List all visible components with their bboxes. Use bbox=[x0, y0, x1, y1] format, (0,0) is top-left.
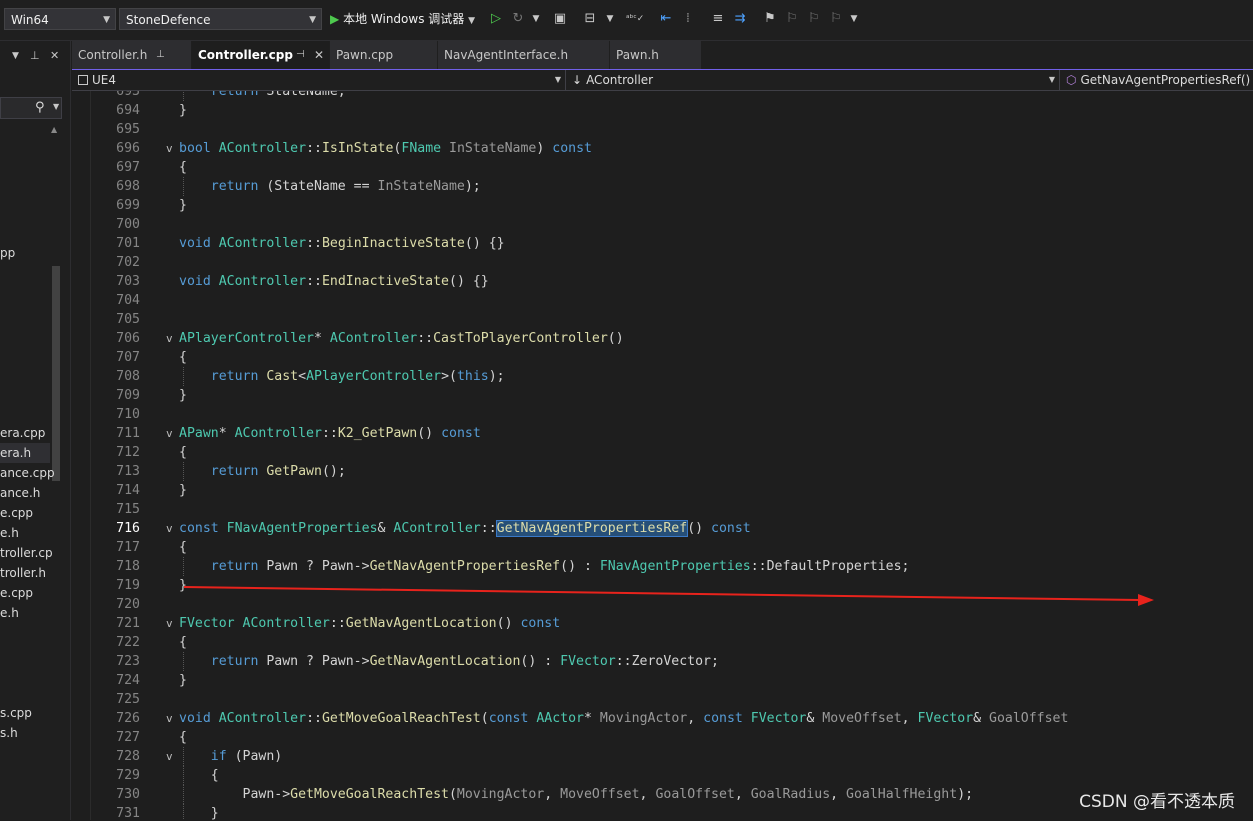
startup-project-value: StoneDefence bbox=[126, 13, 211, 27]
indent-icon[interactable]: ≡ bbox=[710, 10, 726, 28]
pin-icon[interactable]: ⊥ bbox=[30, 49, 40, 62]
chevron-down-icon[interactable]: ▼ bbox=[846, 10, 862, 28]
tab-navagentinterface-h[interactable]: NavAgentInterface.h bbox=[438, 41, 610, 69]
panel-header: ▼ ⊥ ✕ bbox=[0, 49, 70, 65]
solution-item[interactable]: troller.cp bbox=[0, 543, 53, 563]
bookmark-icon[interactable]: ⚑ bbox=[762, 10, 778, 28]
annotation-arrow-head bbox=[1138, 594, 1154, 606]
bookmark-clear-icon[interactable]: ⚐ bbox=[828, 10, 844, 28]
tab-label: Controller.h bbox=[78, 48, 148, 62]
annotation-arrow-line bbox=[183, 586, 1141, 601]
tab-label: Controller.cpp bbox=[198, 48, 293, 62]
pin-icon[interactable]: ⊣ bbox=[296, 41, 305, 69]
project-icon bbox=[78, 75, 88, 85]
debugger-label: 本地 Windows 调试器 bbox=[343, 12, 465, 26]
solution-item[interactable]: e.cpp bbox=[0, 503, 33, 523]
close-icon[interactable]: ✕ bbox=[50, 49, 59, 62]
solution-explorer-panel: ▼ ⊥ ✕ ⚲ ▼ ▲ pp era.cpp era.h ance.cpp ance.h… bbox=[0, 41, 71, 821]
play-outline-icon[interactable]: ▷ bbox=[488, 10, 504, 28]
solution-explorer-icon[interactable]: ▣ bbox=[552, 10, 568, 28]
main-toolbar: Win64 ▼ StoneDefence ▼ ▶ 本地 Windows 调试器 … bbox=[0, 0, 1253, 41]
watermark: CSDN @看不透本质 bbox=[1079, 792, 1235, 812]
chevron-down-icon[interactable]: ▼ bbox=[12, 51, 19, 61]
panel-scrollbar-thumb[interactable] bbox=[52, 266, 60, 481]
tab-label: Pawn.h bbox=[616, 48, 659, 62]
method-icon: ⬡ bbox=[1066, 73, 1077, 87]
tab-pawn-h[interactable]: Pawn.h bbox=[610, 41, 702, 69]
comment-icon[interactable]: ⇉ bbox=[732, 10, 748, 28]
member-dropdown[interactable]: ⬡ GetNavAgentPropertiesRef() bbox=[1060, 70, 1253, 90]
chevron-down-icon: ▼ bbox=[1048, 75, 1055, 84]
solution-item[interactable]: ance.cpp bbox=[0, 463, 55, 483]
scope-value: AController bbox=[586, 73, 654, 87]
play-icon: ▶ bbox=[330, 12, 340, 26]
solution-item[interactable]: s.h bbox=[0, 723, 18, 743]
refresh-icon[interactable]: ↻ bbox=[510, 10, 526, 28]
solution-item[interactable]: s.cpp bbox=[0, 703, 32, 723]
chevron-down-icon: ▼ bbox=[468, 16, 476, 26]
scope-icon: ↓ bbox=[572, 73, 583, 87]
solution-item[interactable]: troller.h bbox=[0, 563, 46, 583]
tab-pawn-cpp[interactable]: Pawn.cpp bbox=[330, 41, 438, 69]
tab-label: Pawn.cpp bbox=[336, 48, 394, 62]
solution-item[interactable]: ance.h bbox=[0, 483, 40, 503]
bookmark-prev-icon[interactable]: ⚐ bbox=[784, 10, 800, 28]
chevron-down-icon[interactable]: ▼ bbox=[528, 10, 544, 28]
code-navigation-bar: UE4 ▼ ↓ AController ▼ ⬡ GetNavAgentPropert… bbox=[72, 70, 1253, 91]
solution-item[interactable]: era.cpp bbox=[0, 423, 45, 443]
annotation-arrow bbox=[183, 586, 1154, 606]
chevron-down-icon: ▼ bbox=[103, 15, 110, 25]
nav-icon[interactable]: ⁞ bbox=[680, 10, 696, 28]
solution-item[interactable]: pp bbox=[0, 243, 15, 263]
tab-label: NavAgentInterface.h bbox=[444, 48, 569, 62]
scope-dropdown[interactable]: ↓ AController ▼ bbox=[566, 70, 1060, 90]
scroll-up-icon[interactable]: ▲ bbox=[51, 125, 57, 134]
solution-item[interactable]: era.h bbox=[0, 443, 50, 463]
solution-item[interactable]: e.h bbox=[0, 523, 19, 543]
bookmark-next-icon[interactable]: ⚐ bbox=[806, 10, 822, 28]
chevron-down-icon[interactable]: ▼ bbox=[602, 10, 618, 28]
document-tab-bar: Controller.h ⊥ Controller.cpp ⊣ ✕ Pawn.c… bbox=[72, 41, 1253, 71]
member-value: GetNavAgentPropertiesRef() bbox=[1080, 73, 1251, 87]
project-value: UE4 bbox=[92, 73, 116, 87]
search-icon: ⚲ bbox=[35, 100, 45, 115]
start-debugging-button[interactable]: ▶ 本地 Windows 调试器 ▼ bbox=[330, 9, 475, 31]
platform-select[interactable]: Win64 ▼ bbox=[4, 8, 116, 30]
code-editor[interactable]: 693 return StateName; 694} 695 696 v bool ACo… bbox=[72, 91, 1253, 820]
spellcheck-icon[interactable]: ᵃᵇᶜ✓ bbox=[626, 10, 644, 28]
solution-item[interactable]: e.h bbox=[0, 603, 19, 623]
close-icon[interactable]: ✕ bbox=[314, 41, 324, 69]
chevron-down-icon: ▼ bbox=[309, 15, 316, 25]
tab-controller-cpp[interactable]: Controller.cpp ⊣ ✕ bbox=[192, 41, 330, 69]
step-icon[interactable]: ⇤ bbox=[658, 10, 674, 28]
project-dropdown[interactable]: UE4 ▼ bbox=[72, 70, 566, 90]
toolbar-icon[interactable]: ⊟ bbox=[582, 10, 598, 28]
tab-controller-h[interactable]: Controller.h ⊥ bbox=[72, 41, 192, 69]
platform-value: Win64 bbox=[11, 13, 49, 27]
solution-item[interactable]: e.cpp bbox=[0, 583, 33, 603]
solution-search-input[interactable]: ⚲ ▼ bbox=[0, 97, 62, 119]
startup-project-select[interactable]: StoneDefence ▼ bbox=[119, 8, 322, 30]
pin-icon[interactable]: ⊥ bbox=[156, 41, 165, 69]
chevron-down-icon[interactable]: ▼ bbox=[53, 102, 59, 111]
chevron-down-icon: ▼ bbox=[554, 75, 561, 84]
